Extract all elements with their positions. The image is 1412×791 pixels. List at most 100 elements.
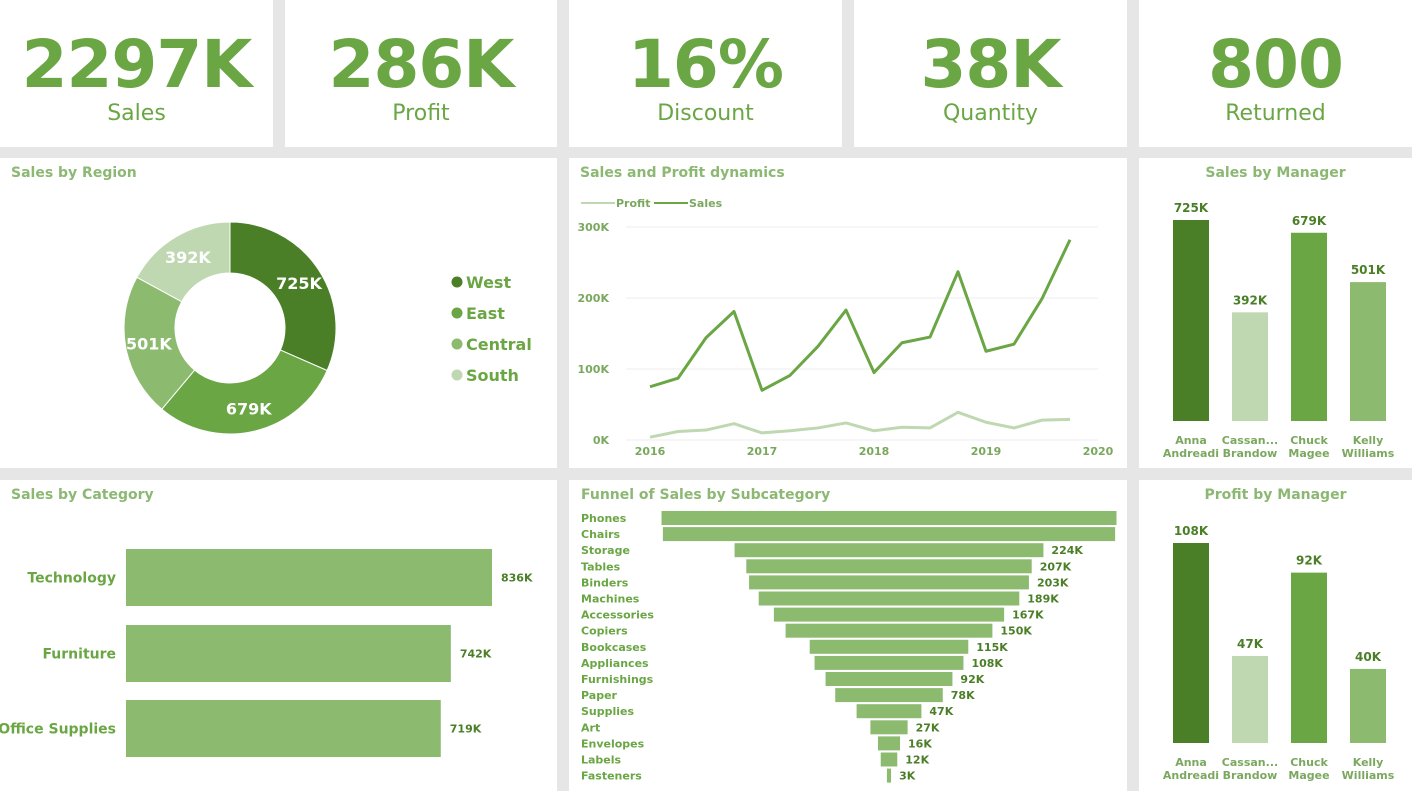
funnel-bar-4 [749, 575, 1029, 590]
donut-label-south: 392K [165, 248, 211, 267]
donut-label-west: 725K [276, 274, 322, 293]
funnel-bar-6 [773, 607, 1005, 622]
funnel-value-5: 189K [1027, 593, 1059, 606]
funnel-value-2: 224K [1051, 544, 1083, 557]
legend-label-east: East [466, 304, 505, 323]
funnel-value-13: 27K [916, 721, 940, 734]
x-tick-2018: 2018 [859, 445, 890, 458]
funnel-label-8: Bookcases [581, 641, 647, 654]
manager-bar-2 [1291, 232, 1327, 421]
funnel-bar-13 [870, 720, 908, 735]
manager-name-2-1: Magee [1288, 447, 1329, 460]
manager-value-label-3: 501K [1351, 263, 1386, 277]
funnel-bar-8 [809, 639, 969, 654]
legend-label-profit: Profit [616, 197, 650, 210]
sales-manager-bar-chart: 725K AnnaAndreadi 392K Cassan...Brandow 679K… [1163, 201, 1395, 460]
kpi-returned-label: Returned [1225, 101, 1326, 126]
legend-label-west: West [466, 273, 511, 292]
category-bar-2 [126, 700, 441, 757]
manager-bar-1 [1232, 312, 1268, 421]
kpi-discount-card: 16% Discount [569, 0, 842, 147]
manager-name-1-0: Cassan... [1222, 434, 1278, 447]
funnel-value-8: 115K [976, 641, 1008, 654]
funnel-value-6: 167K [1012, 609, 1044, 622]
funnel-bar-14 [877, 736, 901, 751]
category-label-1: Furniture [42, 647, 116, 663]
funnel-bar-7 [785, 623, 993, 638]
funnel-label-7: Copiers [581, 625, 628, 638]
kpi-quantity-card: 38K Quantity [854, 0, 1127, 147]
manager-value-label-0: 725K [1174, 201, 1209, 215]
funnel-label-2: Storage [581, 544, 630, 557]
y-tick-0: 0K [593, 434, 610, 447]
funnel-label-10: Furnishings [581, 673, 654, 686]
manager-name-2-0: Chuck [1290, 434, 1328, 447]
funnel-bar-11 [835, 688, 943, 703]
funnel-bar-2 [734, 543, 1044, 558]
legend-label-south: South [466, 366, 519, 385]
kpi-profit-label: Profit [392, 101, 450, 126]
x-tick-2017: 2017 [747, 445, 778, 458]
manager-name-1-1: Brandow [1223, 769, 1278, 782]
manager-name-1-1: Brandow [1223, 447, 1278, 460]
funnel-value-7: 150K [1000, 625, 1032, 638]
dynamics-line-chart: 0K 100K 200K 300K 2016 2017 2018 2019 2020 Profit… [578, 197, 1114, 458]
category-bar-0 [126, 549, 492, 606]
profit-manager-bar-chart: 108K AnnaAndreadi 47K Cassan...Brandow 92K Ch… [1163, 524, 1395, 782]
y-tick-3: 300K [578, 221, 610, 234]
funnel-label-3: Tables [581, 560, 621, 573]
profit-manager-panel: Profit by Manager 108K Anna Andreadi 47K Cas… [1139, 480, 1412, 791]
manager-bar-2 [1291, 572, 1327, 743]
funnel-bar-5 [758, 591, 1020, 606]
manager-value-label-3: 40K [1355, 650, 1382, 664]
x-tick-2016: 2016 [635, 445, 666, 458]
dynamics-panel: Sales and Profit dynamics 0K 100K 200K 300K… [569, 158, 1127, 468]
category-bar-1 [126, 625, 451, 682]
funnel-label-11: Paper [581, 689, 618, 702]
funnel-value-16: 3K [899, 770, 916, 783]
legend-marker-central [451, 338, 463, 350]
legend-label-central: Central [466, 335, 532, 354]
funnel-value-3: 207K [1040, 560, 1072, 573]
category-label-2: Office Supplies [0, 722, 116, 738]
sales-manager-panel: Sales by Manager 725K Anna Andreadi 392K Cas… [1139, 158, 1412, 468]
manager-name-0-0: Anna [1175, 756, 1207, 769]
kpi-sales-label: Sales [107, 101, 166, 126]
funnel-bar-15 [880, 752, 898, 767]
funnel-bar-10 [825, 672, 953, 686]
kpi-discount-label: Discount [657, 101, 754, 126]
category-value-0: 836K [501, 572, 533, 585]
funnel-value-12: 47K [929, 705, 953, 718]
funnel-label-12: Supplies [581, 705, 635, 718]
funnel-value-4: 203K [1037, 576, 1069, 589]
manager-bar-3 [1350, 282, 1386, 421]
funnel-bar-12 [856, 704, 922, 719]
manager-value-label-2: 679K [1292, 214, 1327, 228]
funnel-label-9: Appliances [581, 657, 649, 670]
funnel-label-1: Chairs [581, 528, 621, 541]
manager-name-3-0: Kelly [1353, 434, 1384, 447]
legend-marker-west [451, 276, 463, 288]
donut-slice-west [229, 221, 337, 372]
category-value-2: 719K [450, 723, 482, 736]
manager-value-label-0: 108K [1174, 524, 1209, 538]
funnel-label-14: Envelopes [581, 737, 645, 750]
legend-marker-east [451, 307, 463, 319]
manager-name-3-1: Williams [1342, 447, 1395, 460]
funnel-value-15: 12K [905, 754, 929, 767]
x-tick-2020: 2020 [1083, 445, 1114, 458]
donut-label-east: 679K [226, 399, 272, 418]
y-tick-1: 100K [578, 363, 610, 376]
funnel-label-13: Art [581, 721, 600, 734]
category-value-1: 742K [460, 648, 492, 661]
category-label-0: Technology [27, 571, 116, 587]
category-bar-chart: Technology 836K Furniture 742K Office Suppli… [0, 549, 533, 757]
funnel-chart: Phones Chairs Storage 224K Tables 207K Binders… [581, 511, 1117, 783]
kpi-returned-value: 800 [1208, 26, 1344, 103]
funnel-label-6: Accessories [581, 609, 654, 622]
funnel-bar-0 [661, 511, 1117, 525]
manager-name-3-1: Williams [1342, 769, 1395, 782]
funnel-label-5: Machines [581, 593, 640, 606]
funnel-bar-9 [814, 655, 964, 670]
kpi-returned-card: 800 Returned [1139, 0, 1412, 147]
